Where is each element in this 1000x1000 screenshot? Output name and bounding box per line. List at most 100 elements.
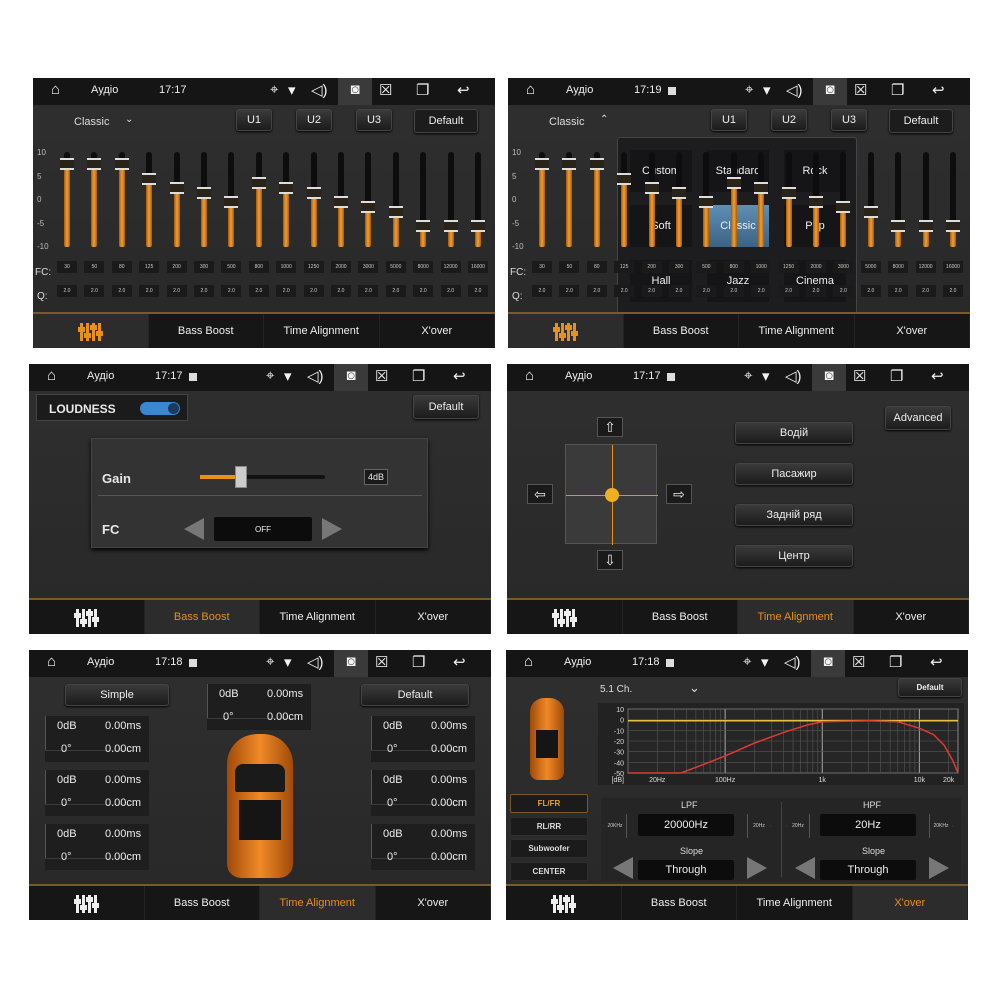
channel-rl-rr-button[interactable]: RL/RR <box>510 817 588 836</box>
fc-value[interactable]: 50 <box>84 261 105 273</box>
q-value[interactable]: 2.0 <box>915 285 936 297</box>
eq-band-slider[interactable] <box>60 152 74 247</box>
eq-band-slider[interactable] <box>891 152 906 247</box>
slider-thumb[interactable] <box>142 172 157 185</box>
eq-band-slider[interactable] <box>754 152 769 247</box>
eq-band-slider[interactable] <box>809 152 823 247</box>
slider-thumb[interactable] <box>87 158 102 171</box>
fc-value[interactable]: 12000 <box>915 261 936 273</box>
speaker-channel-box[interactable]: 0dB 0.00ms 0° 0.00cm <box>371 716 475 762</box>
fc-value[interactable]: 125 <box>614 261 635 273</box>
eq-band-slider[interactable] <box>251 152 266 247</box>
tab-bass-boost[interactable]: Bass Boost <box>145 886 260 920</box>
close-box-icon[interactable]: ☒ <box>375 653 388 671</box>
u2-button[interactable]: U2 <box>296 109 332 131</box>
left-arrow-button[interactable]: ⇦ <box>527 484 553 504</box>
q-value[interactable]: 2.0 <box>614 285 635 297</box>
slider-thumb[interactable] <box>644 182 659 194</box>
speaker-channel-box[interactable]: 0dB 0.00ms 0° 0.00cm <box>371 770 475 816</box>
seat-rear-button[interactable]: Задній ряд <box>735 504 853 526</box>
seat-passenger-button[interactable]: Пасажир <box>735 463 853 485</box>
q-value[interactable]: 2.0 <box>806 285 826 297</box>
q-value[interactable]: 2.0 <box>139 285 160 297</box>
fc-value[interactable]: 300 <box>194 261 214 273</box>
fc-value[interactable]: 500 <box>696 261 717 273</box>
fc-value[interactable]: 12000 <box>440 261 461 273</box>
hpf-decrease-button[interactable]: 20Hz <box>786 814 810 838</box>
simple-button[interactable]: Simple <box>65 684 169 706</box>
slider-thumb[interactable] <box>946 220 960 232</box>
tab-time-alignment[interactable]: Time Alignment <box>260 886 376 920</box>
eq-band-slider[interactable] <box>416 152 431 247</box>
fc-value[interactable]: 30 <box>57 261 77 273</box>
u1-button[interactable]: U1 <box>711 109 747 131</box>
eq-band-slider[interactable] <box>644 152 659 247</box>
q-value[interactable]: 2.0 <box>669 285 689 297</box>
eq-band-slider[interactable] <box>562 152 577 247</box>
right-arrow-button[interactable]: ⇨ <box>666 484 692 504</box>
eq-band-slider[interactable] <box>672 152 686 247</box>
fc-value[interactable]: 1250 <box>303 261 324 273</box>
chevron-down-icon[interactable]: ⌄ <box>689 680 700 696</box>
speaker-channel-box[interactable]: 0dB 0.00ms 0° 0.00cm <box>45 770 149 816</box>
q-value[interactable]: 2.0 <box>276 285 297 297</box>
close-box-icon[interactable]: ☒ <box>853 367 866 385</box>
advanced-button[interactable]: Advanced <box>885 406 951 430</box>
tab-time-alignment[interactable]: Time Alignment <box>737 886 853 920</box>
hpf-slope-prev[interactable] <box>795 857 815 879</box>
tab-bass-boost[interactable]: Bass Boost <box>144 600 260 634</box>
q-value[interactable]: 2.0 <box>751 285 772 297</box>
q-value[interactable]: 2.0 <box>331 285 351 297</box>
fc-value[interactable]: 2000 <box>806 261 826 273</box>
u1-button[interactable]: U1 <box>236 109 272 131</box>
q-value[interactable]: 2.0 <box>468 285 488 297</box>
u3-button[interactable]: U3 <box>356 109 392 131</box>
recent-apps-icon[interactable]: ❐ <box>891 81 904 99</box>
gain-slider[interactable] <box>200 466 325 488</box>
q-value[interactable]: 2.0 <box>57 285 77 297</box>
loudness-toggle[interactable] <box>140 402 180 415</box>
eq-band-slider[interactable] <box>699 152 714 247</box>
slider-thumb[interactable] <box>169 182 184 194</box>
home-icon[interactable]: ⌂ <box>526 81 535 98</box>
slider-thumb[interactable] <box>617 172 632 185</box>
default-button[interactable]: Default <box>898 678 962 697</box>
slider-thumb[interactable] <box>361 201 376 213</box>
eq-band-slider[interactable] <box>535 152 549 247</box>
eq-band-slider[interactable] <box>726 152 741 247</box>
up-arrow-button[interactable]: ⇧ <box>597 417 623 437</box>
fc-value[interactable]: 1000 <box>751 261 772 273</box>
home-icon[interactable]: ⌂ <box>47 653 56 670</box>
slider-thumb[interactable] <box>334 196 348 209</box>
home-icon[interactable]: ⌂ <box>51 81 60 98</box>
slider-thumb[interactable] <box>535 158 549 171</box>
slider-thumb[interactable] <box>754 182 769 194</box>
fc-value[interactable]: 1000 <box>276 261 297 273</box>
fc-value[interactable]: 8000 <box>888 261 909 273</box>
q-value[interactable]: 2.0 <box>303 285 324 297</box>
camera-icon[interactable]: ◙ <box>813 78 847 105</box>
fc-value[interactable]: 1250 <box>778 261 799 273</box>
fc-value[interactable]: 80 <box>111 261 132 273</box>
fc-value[interactable]: 16000 <box>943 261 963 273</box>
eq-band-slider[interactable] <box>863 152 878 247</box>
q-value[interactable]: 2.0 <box>586 285 607 297</box>
default-button[interactable]: Default <box>361 684 469 706</box>
hpf-increase-button[interactable]: 20KHz <box>929 814 953 838</box>
slider-thumb[interactable] <box>60 158 74 171</box>
tab-xover[interactable]: X'over <box>852 886 968 920</box>
preset-option-soft[interactable]: Soft <box>630 205 692 247</box>
seat-driver-button[interactable]: Водій <box>735 422 853 444</box>
default-button[interactable]: Default <box>889 109 953 133</box>
back-icon[interactable]: ↩ <box>457 81 470 99</box>
default-button[interactable]: Default <box>414 109 478 133</box>
eq-band-slider[interactable] <box>142 152 157 247</box>
tab-xover[interactable]: X'over <box>854 600 969 634</box>
q-value[interactable]: 2.0 <box>559 285 580 297</box>
close-box-icon[interactable]: ☒ <box>854 81 867 99</box>
q-value[interactable]: 2.0 <box>194 285 214 297</box>
back-icon[interactable]: ↩ <box>453 653 466 671</box>
default-button[interactable]: Default <box>413 395 479 419</box>
slider-thumb[interactable] <box>863 205 878 218</box>
fc-value[interactable]: 200 <box>641 261 662 273</box>
